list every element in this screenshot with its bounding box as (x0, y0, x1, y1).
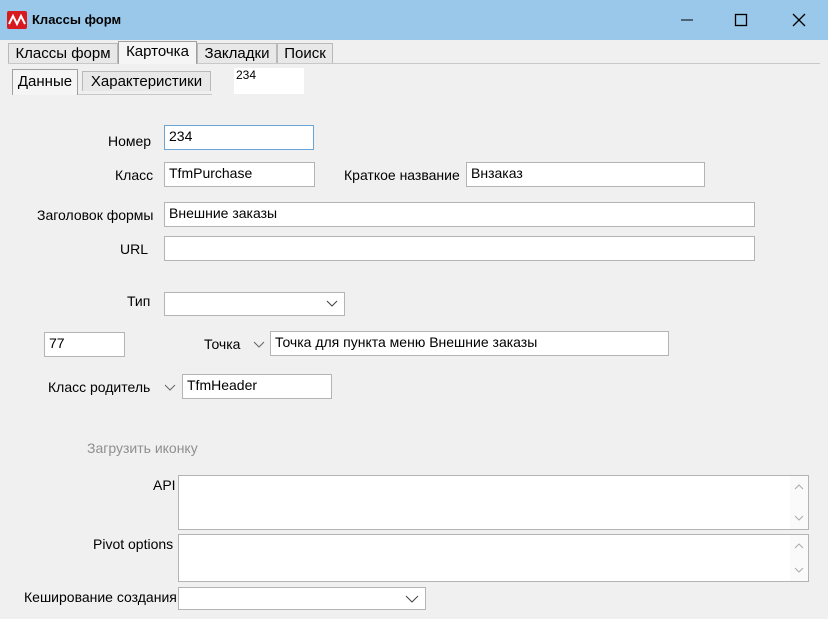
point-code-field[interactable]: 77 (44, 332, 125, 357)
window-title: Классы форм (32, 12, 122, 27)
parent-class-field[interactable]: TfmHeader (182, 374, 332, 399)
scroll-down-icon (794, 567, 804, 573)
scroll-down-icon (794, 515, 804, 521)
chevron-down-icon (253, 341, 265, 348)
scroll-up-icon (794, 543, 804, 549)
close-icon (792, 13, 806, 27)
title-bar: Классы форм (0, 0, 828, 40)
subtab-data[interactable]: Данные (12, 69, 78, 95)
minimize-button[interactable] (664, 0, 710, 40)
tab-form-classes[interactable]: Классы форм (8, 43, 118, 63)
chevron-down-icon (164, 384, 176, 391)
close-button[interactable] (776, 0, 822, 40)
class-label: Класс (115, 167, 154, 183)
url-label: URL (120, 241, 149, 257)
pivot-scrollbar[interactable] (790, 535, 808, 581)
short-name-field[interactable]: Внзаказ (466, 162, 705, 187)
tab-card[interactable]: Карточка (118, 41, 197, 64)
cache-creation-select[interactable] (178, 587, 426, 610)
tab-bookmarks[interactable]: Закладки (197, 43, 277, 63)
form-title-field[interactable]: Внешние заказы (164, 202, 755, 227)
url-field[interactable] (164, 236, 755, 261)
chevron-down-icon (326, 300, 338, 307)
load-icon-link[interactable]: Загрузить иконку (87, 440, 198, 456)
cache-creation-label: Кеширование создания (24, 589, 177, 605)
point-lookup-button[interactable] (253, 338, 265, 353)
api-textarea[interactable] (178, 475, 809, 530)
minimize-icon (681, 19, 693, 21)
pivot-options-label: Pivot options (93, 536, 174, 552)
app-logo-icon (7, 11, 27, 29)
scroll-up-icon (794, 484, 804, 490)
number-field[interactable]: 234 (164, 125, 314, 150)
type-label: Тип (127, 293, 151, 309)
chevron-down-icon (405, 595, 419, 603)
api-label: API (153, 477, 176, 493)
class-field[interactable]: TfmPurchase (164, 162, 315, 187)
short-name-label: Краткое название (344, 167, 460, 183)
subtab-characteristics[interactable]: Характеристики (82, 71, 211, 91)
tab-search[interactable]: Поиск (277, 43, 333, 63)
api-scrollbar[interactable] (790, 476, 808, 529)
type-select[interactable] (164, 292, 345, 316)
maximize-button[interactable] (718, 0, 764, 40)
maximize-icon (734, 13, 748, 27)
parent-class-label: Класс родитель (48, 379, 151, 395)
form-title-label: Заголовок формы (37, 207, 154, 223)
point-label: Точка (204, 336, 241, 352)
point-field[interactable]: Точка для пункта меню Внешние заказы (270, 331, 669, 356)
parent-lookup-button[interactable] (164, 381, 176, 396)
pivot-options-textarea[interactable] (178, 534, 809, 582)
record-id-display: 234 (234, 68, 304, 94)
number-label: Номер (108, 133, 152, 149)
